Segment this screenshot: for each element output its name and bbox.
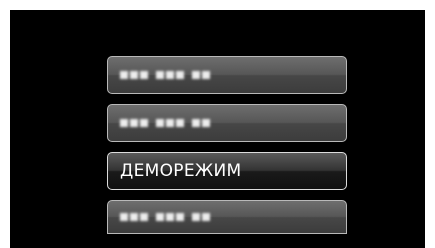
- menu-item-4[interactable]: [107, 200, 347, 234]
- menu-item-label: ДЕМОРЕЖИМ: [120, 161, 242, 181]
- blurred-label: [120, 213, 210, 221]
- blurred-label: [120, 119, 210, 127]
- menu-list: ДЕМОРЕЖИМ: [107, 56, 347, 234]
- menu-item-2[interactable]: [107, 104, 347, 142]
- blurred-label: [120, 71, 210, 79]
- menu-item-1[interactable]: [107, 56, 347, 94]
- menu-item-demo-mode[interactable]: ДЕМОРЕЖИМ: [107, 152, 347, 190]
- camera-menu-screen: ДЕМОРЕЖИМ: [10, 10, 425, 248]
